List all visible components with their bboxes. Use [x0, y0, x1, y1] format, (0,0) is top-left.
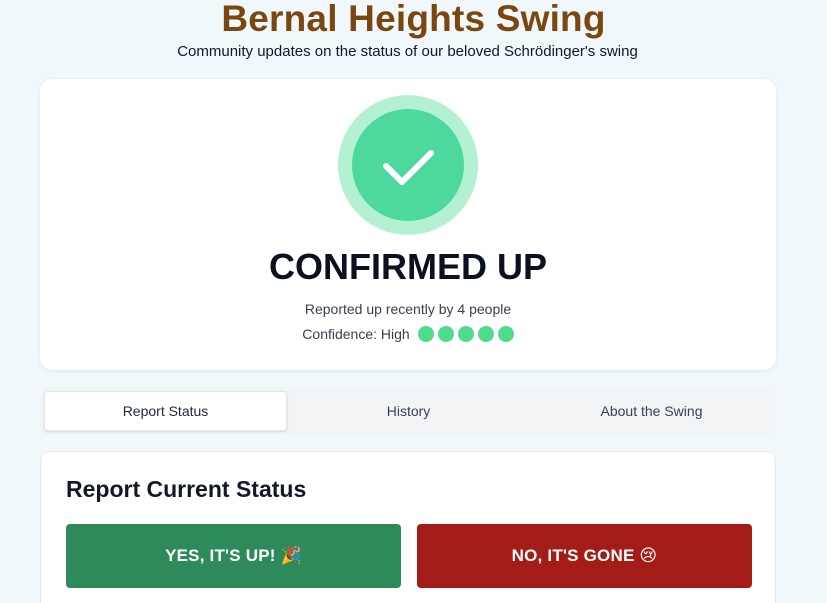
report-count: Reported up recently by 4 people — [304, 301, 512, 317]
site-title: Bernal Heights Swing — [221, 0, 606, 39]
report-up-button[interactable]: YES, IT'S UP! 🎉 — [66, 524, 401, 588]
status-label: CONFIRMED UP — [269, 246, 547, 287]
confidence-dot — [457, 326, 474, 342]
confidence-dot — [477, 326, 494, 342]
tab-history[interactable]: History — [287, 391, 530, 431]
report-card: Report Current Status YES, IT'S UP! 🎉 NO… — [40, 451, 776, 603]
report-gone-button[interactable]: NO, IT'S GONE 😢 — [417, 524, 752, 588]
check-icon — [383, 150, 434, 185]
confidence-dots — [417, 326, 514, 342]
tab-bar: Report Status History About the Swing — [40, 387, 776, 435]
confidence-dot — [417, 326, 434, 342]
report-heading: Report Current Status — [66, 476, 307, 502]
confidence-row: Confidence: High — [40, 325, 776, 343]
confidence-label: Confidence: High — [302, 326, 410, 342]
site-subtitle: Community updates on the status of our b… — [177, 43, 638, 60]
status-indicator — [338, 95, 478, 235]
status-circle — [352, 109, 464, 221]
page: Bernal Heights Swing Community updates o… — [0, 0, 827, 603]
confidence-dot — [497, 326, 514, 342]
tab-about-the-swing[interactable]: About the Swing — [530, 391, 773, 431]
status-card: CONFIRMED UP Reported up recently by 4 p… — [40, 79, 776, 370]
tab-report-status[interactable]: Report Status — [44, 391, 287, 431]
confidence-dot — [437, 326, 454, 342]
